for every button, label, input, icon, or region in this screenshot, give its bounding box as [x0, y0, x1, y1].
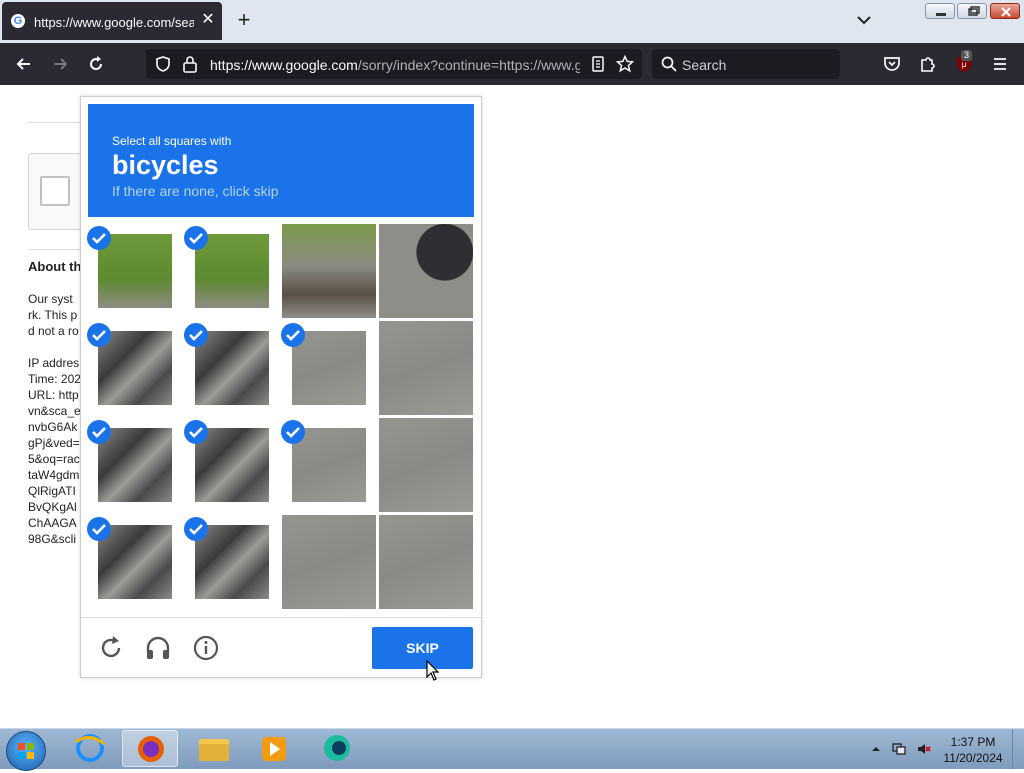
- check-icon: [281, 420, 305, 444]
- shield-icon[interactable]: [154, 55, 172, 73]
- url-path: /sorry/index?continue=https://www.g: [357, 57, 580, 73]
- check-icon: [87, 226, 111, 250]
- lock-icon[interactable]: [182, 55, 198, 73]
- footer-divider: [81, 617, 481, 618]
- extension-badge: 3: [961, 50, 973, 61]
- tile-image: [379, 224, 473, 318]
- forward-arrow-icon[interactable]: [50, 54, 70, 74]
- check-icon: [184, 420, 208, 444]
- captcha-header: Select all squares with bicycles If ther…: [88, 104, 474, 217]
- reload-challenge-icon[interactable]: [97, 634, 125, 662]
- captcha-challenge: Select all squares with bicycles If ther…: [80, 96, 482, 678]
- browser-tab[interactable]: G https://www.google.com/search ✕: [2, 2, 222, 40]
- info-line: taW4gdm: [28, 468, 80, 482]
- pocket-icon[interactable]: [882, 54, 902, 74]
- tile-image: [379, 418, 473, 512]
- check-icon: [184, 323, 208, 347]
- instruction-suffix: If there are none, click skip: [112, 183, 279, 199]
- paragraph-line: rk. This p: [28, 308, 78, 322]
- captcha-tile[interactable]: [379, 321, 473, 415]
- check-icon: [87, 323, 111, 347]
- bookmark-star-icon[interactable]: [616, 55, 634, 73]
- minimize-button[interactable]: [925, 3, 955, 19]
- app-taskbar-icon[interactable]: [309, 730, 365, 767]
- tile-image: [379, 515, 473, 609]
- internet-explorer-taskbar-icon[interactable]: [62, 730, 118, 767]
- hamburger-menu-icon[interactable]: [990, 54, 1010, 74]
- extensions-puzzle-icon[interactable]: [918, 54, 938, 74]
- search-input[interactable]: Search: [652, 49, 840, 79]
- navigation-bar: https://www.google.com/sorry/index?conti…: [0, 43, 1024, 85]
- url-text[interactable]: https://www.google.com/sorry/index?conti…: [210, 57, 580, 73]
- new-tab-icon[interactable]: +: [234, 9, 254, 31]
- divider: [28, 249, 88, 250]
- start-button[interactable]: [6, 731, 46, 771]
- headphones-audio-icon[interactable]: [144, 634, 172, 662]
- clock-time: 1:37 PM: [950, 735, 996, 749]
- check-icon: [184, 226, 208, 250]
- mouse-cursor-icon: [426, 660, 440, 681]
- tab-title: https://www.google.com/search: [34, 15, 194, 30]
- info-line: 98G&scli: [28, 532, 77, 546]
- taskbar: 1:37 PM 11/20/2024: [0, 728, 1024, 771]
- info-line: nvbG6Ak: [28, 420, 78, 434]
- captcha-tile[interactable]: [379, 515, 473, 609]
- captcha-tile[interactable]: [282, 515, 376, 609]
- tile-image: [379, 321, 473, 415]
- info-line: 5&oq=rac: [28, 452, 80, 466]
- divider: [28, 122, 88, 123]
- clock-date: 11/20/2024: [943, 751, 1003, 765]
- show-hidden-icons-icon[interactable]: [868, 741, 884, 757]
- reader-view-icon[interactable]: [590, 56, 606, 72]
- show-desktop-button[interactable]: [1012, 729, 1024, 769]
- network-icon[interactable]: [891, 741, 907, 757]
- url-host: https://www.google.com: [210, 57, 358, 73]
- instruction-prefix: Select all squares with: [112, 134, 232, 148]
- reload-icon[interactable]: [86, 54, 106, 74]
- file-explorer-taskbar-icon[interactable]: [186, 730, 242, 767]
- info-icon[interactable]: [192, 634, 220, 662]
- check-icon: [281, 323, 305, 347]
- info-line: Time: 202: [28, 372, 80, 386]
- search-placeholder: Search: [682, 57, 727, 73]
- captcha-tile[interactable]: [379, 418, 473, 512]
- system-clock[interactable]: 1:37 PM 11/20/2024: [940, 734, 1006, 766]
- restore-button[interactable]: [957, 3, 987, 19]
- info-line: QlRigATI: [28, 484, 76, 498]
- info-line: ChAAGA: [28, 516, 77, 530]
- info-line: IP addres: [28, 356, 80, 370]
- captcha-tile[interactable]: [282, 224, 376, 318]
- check-icon: [184, 517, 208, 541]
- paragraph-line: Our syst: [28, 292, 73, 306]
- media-player-taskbar-icon[interactable]: [246, 730, 302, 767]
- back-arrow-icon[interactable]: [14, 54, 34, 74]
- check-icon: [87, 420, 111, 444]
- google-favicon-icon: G: [11, 14, 25, 28]
- about-heading: About th: [28, 259, 80, 274]
- svg-text:μ: μ: [962, 60, 967, 69]
- info-line: URL: http: [28, 388, 79, 402]
- tile-image: [282, 224, 376, 318]
- info-line: BvQKgAl: [28, 500, 77, 514]
- url-bar[interactable]: https://www.google.com/sorry/index?conti…: [146, 49, 642, 79]
- recaptcha-checkbox[interactable]: [40, 176, 70, 206]
- captcha-tile[interactable]: [379, 224, 473, 318]
- instruction-target: bicycles: [112, 150, 219, 180]
- check-icon: [87, 517, 111, 541]
- info-line: vn&sca_e: [28, 404, 80, 418]
- skip-button[interactable]: SKIP: [372, 627, 473, 669]
- tile-image: [282, 515, 376, 609]
- tab-bar: G https://www.google.com/search ✕ +: [0, 0, 1024, 43]
- firefox-taskbar-icon[interactable]: [122, 730, 178, 767]
- tab-close-icon[interactable]: ✕: [200, 12, 216, 28]
- windows-logo-icon: [18, 743, 34, 759]
- info-line: gPj&ved=: [28, 436, 80, 450]
- volume-muted-icon[interactable]: [916, 741, 932, 757]
- chevron-down-icon[interactable]: [854, 10, 874, 30]
- search-icon: [661, 56, 677, 72]
- close-window-button[interactable]: [990, 3, 1020, 19]
- paragraph-line: d not a ro: [28, 324, 79, 338]
